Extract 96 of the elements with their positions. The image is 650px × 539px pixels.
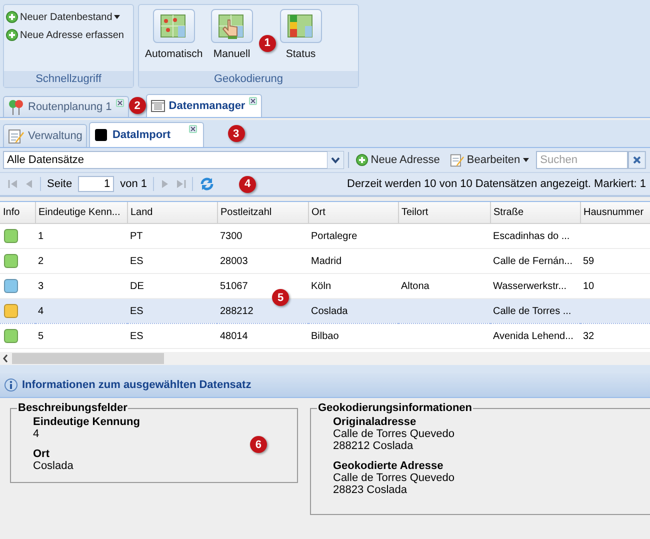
fieldset-title: Geokodierungsinformationen <box>317 402 474 414</box>
field-value: Coslada <box>33 460 74 472</box>
notepad-pencil-icon <box>450 153 464 167</box>
edit-menu-button[interactable]: Bearbeiten <box>446 153 532 167</box>
field-label: Originaladresse <box>333 416 418 428</box>
clear-icon[interactable] <box>628 151 646 169</box>
column-header[interactable]: Land <box>127 202 217 224</box>
table-cell: Köln <box>311 280 332 292</box>
table-cell: 32 <box>583 330 594 342</box>
table-cell: Wasserwerkstr... <box>493 280 567 292</box>
table-cell: ES <box>130 256 144 266</box>
column-header[interactable]: Postleitzahl <box>217 202 308 224</box>
table-cell: Calle de Torres ... <box>493 306 572 316</box>
dropdown-arrow-icon[interactable] <box>326 151 344 169</box>
column-header[interactable]: Eindeutige Kenn... <box>35 202 127 224</box>
horizontal-scrollbar[interactable] <box>0 352 650 365</box>
table-cell: 4 <box>38 306 44 316</box>
callout-badge: 3 <box>228 125 244 142</box>
table-cell: 3 <box>38 280 44 292</box>
field-value: 4 <box>33 428 40 440</box>
filter-dropdown[interactable]: Alle Datensätze <box>3 151 344 169</box>
field-label: Geokodierte Adresse <box>333 460 444 472</box>
table-cell: Calle de Fernán... <box>493 256 572 266</box>
page-number-field[interactable]: 1 <box>78 176 114 192</box>
caret-icon <box>523 158 530 162</box>
table-cell: DE <box>130 280 144 292</box>
page-count: von 1 <box>120 178 147 190</box>
field-value: Calle de Torres Quevedo <box>333 472 456 484</box>
table-cell: 2 <box>38 256 44 266</box>
table-cell: 48014 <box>220 330 248 342</box>
table-cell: Madrid <box>311 256 342 266</box>
callout-badge: 5 <box>272 289 289 306</box>
table-cell: 5 <box>38 330 44 342</box>
info-icon <box>4 378 18 392</box>
callout-badge: 1 <box>258 34 276 52</box>
ribbon-menu-button[interactable]: Neue Adresse erfassen <box>6 29 124 41</box>
tab[interactable]: Routenplanung 1 <box>3 96 129 117</box>
page-label: Seite <box>47 178 72 190</box>
next-page-icon[interactable] <box>160 179 170 189</box>
column-header[interactable]: Teilort <box>398 202 490 224</box>
tab[interactable]: Datenmanager <box>146 94 262 117</box>
notepad-pencil-icon <box>8 128 24 144</box>
table-cell: 28003 <box>220 256 248 266</box>
table-cell: Bilbao <box>311 330 339 342</box>
table-cell: Altona <box>401 280 430 292</box>
window-icon <box>150 100 165 112</box>
table-cell: 10 <box>583 280 594 292</box>
column-header[interactable]: Info <box>0 202 35 224</box>
column-header[interactable]: Straße <box>490 202 580 224</box>
tab[interactable]: Verwaltung <box>3 124 88 147</box>
field-value: 288212 Coslada <box>333 440 414 452</box>
pins-icon <box>8 99 24 115</box>
field-value: 28823 Coslada <box>333 484 408 496</box>
search-field[interactable]: Suchen <box>536 151 628 169</box>
close-icon[interactable] <box>116 99 124 107</box>
column-header[interactable]: Ort <box>308 202 398 224</box>
map-hand-icon <box>218 12 246 40</box>
table-cell: 59 <box>583 256 594 266</box>
panel-title: Informationen zum ausgewählten Datensatz <box>22 379 252 391</box>
fieldset-title: Beschreibungsfelder <box>17 402 128 414</box>
refresh-icon[interactable] <box>199 176 215 192</box>
record-count-text: Derzeit werden 10 von 10 Datensätzen angezeigt. Markiert: 1 <box>347 178 646 190</box>
callout-badge: 6 <box>250 436 267 453</box>
table-cell: 288212 <box>220 306 254 316</box>
previous-page-icon[interactable] <box>24 179 34 189</box>
table-cell: Escadinhas do ... <box>493 230 570 242</box>
map-pins-icon <box>160 12 188 40</box>
last-page-icon[interactable] <box>176 179 186 189</box>
close-icon[interactable] <box>249 97 258 105</box>
table-cell: Avenida Lehend... <box>493 330 574 342</box>
add-icon <box>6 11 18 23</box>
column-header[interactable]: Hausnummer <box>580 202 650 224</box>
field-label: Ort <box>33 448 50 460</box>
table-cell: 51067 <box>220 280 248 292</box>
tab[interactable]: DataImport <box>89 122 204 147</box>
add-icon <box>356 154 368 166</box>
map-status-icon <box>286 12 315 40</box>
group-title: Geokodierung <box>139 71 358 87</box>
table-cell: Coslada <box>311 306 348 316</box>
add-icon <box>6 29 18 41</box>
table-cell: ES <box>130 330 144 342</box>
square-icon <box>94 128 108 142</box>
table-cell: PT <box>130 230 143 242</box>
ribbon-button[interactable]: Automatisch <box>145 9 203 60</box>
field-value: Calle de Torres Quevedo <box>333 428 456 440</box>
table-cell: 1 <box>38 230 44 242</box>
group-title: Schnellzugriff <box>4 71 133 87</box>
table-cell: 7300 <box>220 230 242 242</box>
table-cell: Portalegre <box>311 230 358 242</box>
field-label: Eindeutige Kennung <box>33 416 140 428</box>
close-icon[interactable] <box>188 125 196 133</box>
callout-badge: 2 <box>128 97 146 114</box>
ribbon-menu-button[interactable]: Neuer Datenbestand <box>6 11 120 23</box>
callout-badge: 4 <box>239 176 256 192</box>
new-address-button[interactable]: Neue Adresse <box>352 154 443 166</box>
table-cell: ES <box>130 306 144 316</box>
